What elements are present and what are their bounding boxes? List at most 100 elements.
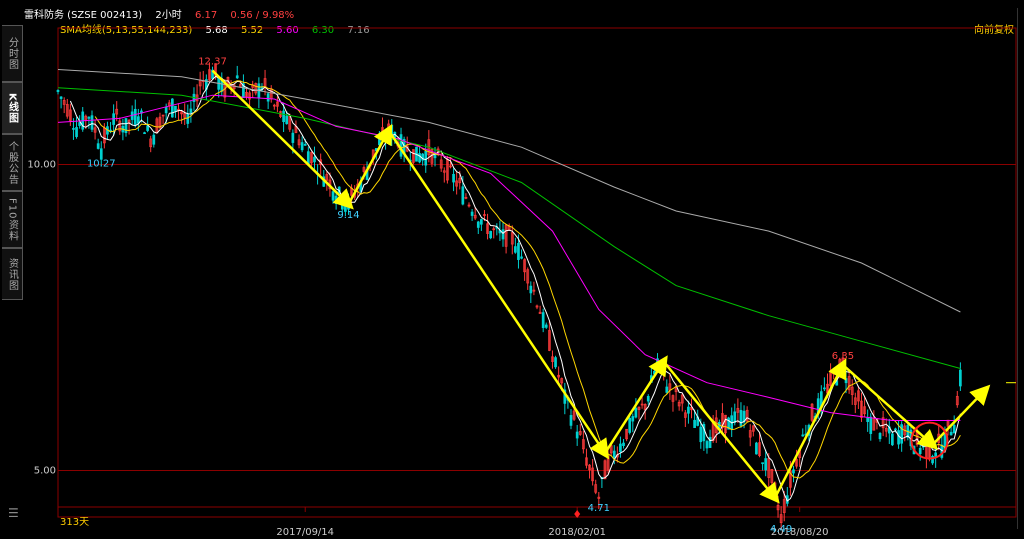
trend-arrow	[842, 364, 939, 450]
price-annotation: 6.35	[832, 351, 854, 362]
candle-body	[844, 378, 848, 384]
candle-body	[869, 416, 873, 434]
candle-body	[631, 416, 635, 422]
candle-body	[152, 134, 156, 145]
candle-body	[705, 441, 709, 449]
trend-arrow	[773, 358, 847, 499]
candle-body	[146, 125, 149, 131]
candle-body	[452, 173, 455, 183]
candle-body	[894, 428, 897, 431]
candle-body	[687, 406, 690, 414]
candle-body	[665, 386, 669, 393]
price-chart[interactable]: 10.005.002017/09/14 2018/02/01 2018/08/201…	[0, 0, 1024, 539]
candle-body	[569, 415, 573, 426]
candle-body	[96, 143, 100, 149]
candle-body	[470, 211, 474, 216]
candle-body	[164, 106, 168, 114]
candle-body	[575, 431, 579, 439]
candle-body	[143, 132, 146, 135]
candle-body	[56, 89, 60, 93]
candle-body	[313, 156, 316, 163]
candle-body	[823, 387, 826, 390]
candle-body	[189, 108, 193, 113]
candle-body	[99, 148, 103, 160]
candle-body	[918, 447, 922, 454]
candle-body	[461, 186, 465, 205]
candle-body	[646, 395, 650, 402]
candle-body	[878, 433, 882, 440]
candle-body	[174, 105, 177, 112]
chart-window: 分时图 K线图 个股公告 F10资料 资讯图 雷科防务 (SZSE 002413…	[0, 0, 1024, 539]
candle-body	[399, 134, 403, 157]
y-tick-label: 10.00	[27, 159, 56, 170]
candle-body	[75, 127, 78, 137]
trend-arrow	[931, 384, 991, 446]
candle-body	[733, 411, 737, 423]
candle-body	[424, 151, 428, 166]
sma5-line	[69, 75, 961, 502]
candle-body	[285, 115, 289, 125]
trend-arrow	[603, 355, 668, 454]
candle-body	[755, 442, 758, 455]
candle-body	[186, 113, 190, 124]
menu-icon[interactable]: ☰	[8, 506, 19, 520]
candle-body	[554, 357, 557, 368]
candle-body	[266, 93, 270, 102]
candle-body	[949, 431, 953, 436]
price-annotation: 9.14	[337, 210, 359, 221]
candle-body	[517, 243, 520, 260]
candle-body	[514, 246, 517, 253]
candle-body	[489, 231, 492, 239]
candle-body	[866, 417, 870, 422]
candle-body	[628, 417, 632, 433]
trend-arrow	[211, 69, 354, 210]
price-annotation: 4.49	[770, 524, 792, 535]
candle-body	[59, 96, 63, 99]
candle-body	[544, 324, 548, 328]
y-tick-label: 5.00	[34, 465, 56, 476]
candle-body	[476, 221, 480, 228]
candle-body	[801, 434, 805, 437]
candle-body	[235, 75, 239, 79]
trend-arrow	[347, 123, 393, 205]
candle-body	[418, 153, 421, 163]
candle-body	[300, 142, 304, 151]
price-annotation: 10.27	[87, 159, 116, 170]
candle-body	[501, 229, 505, 240]
days-count: 313天	[60, 517, 90, 528]
candle-body	[133, 108, 137, 125]
candle-body	[891, 433, 894, 446]
x-tick-label: 2018/02/01	[548, 527, 606, 538]
x-tick-label: 2017/09/14	[276, 527, 334, 538]
candle-body	[334, 195, 338, 205]
scrollbar[interactable]	[1017, 8, 1024, 529]
candle-body	[959, 369, 962, 387]
candle-body	[952, 425, 956, 434]
candle-body	[340, 203, 344, 210]
candle-body	[72, 128, 75, 130]
candle-body	[761, 462, 764, 465]
candle-body	[87, 116, 91, 119]
candle-body	[90, 115, 94, 130]
candle-body	[897, 430, 900, 445]
candle-body	[480, 219, 483, 225]
plot-frame	[57, 27, 1017, 518]
candle-body	[541, 312, 545, 329]
candle-body	[331, 191, 335, 201]
candle-body	[291, 132, 295, 143]
candle-body	[699, 426, 703, 443]
candle-body	[303, 143, 307, 146]
candle-body	[792, 469, 795, 474]
candle-body	[764, 458, 768, 471]
trend-arrow	[662, 360, 780, 504]
price-annotation: 12.37	[198, 57, 227, 68]
candle-body	[634, 407, 638, 418]
price-annotation: 4.71	[588, 503, 610, 514]
candle-body	[622, 442, 625, 446]
candle-body	[282, 110, 285, 123]
candle-body	[619, 443, 622, 453]
candle-body	[170, 98, 174, 118]
candle-body	[520, 256, 523, 259]
candle-body	[529, 285, 533, 294]
candle-body	[693, 419, 696, 428]
